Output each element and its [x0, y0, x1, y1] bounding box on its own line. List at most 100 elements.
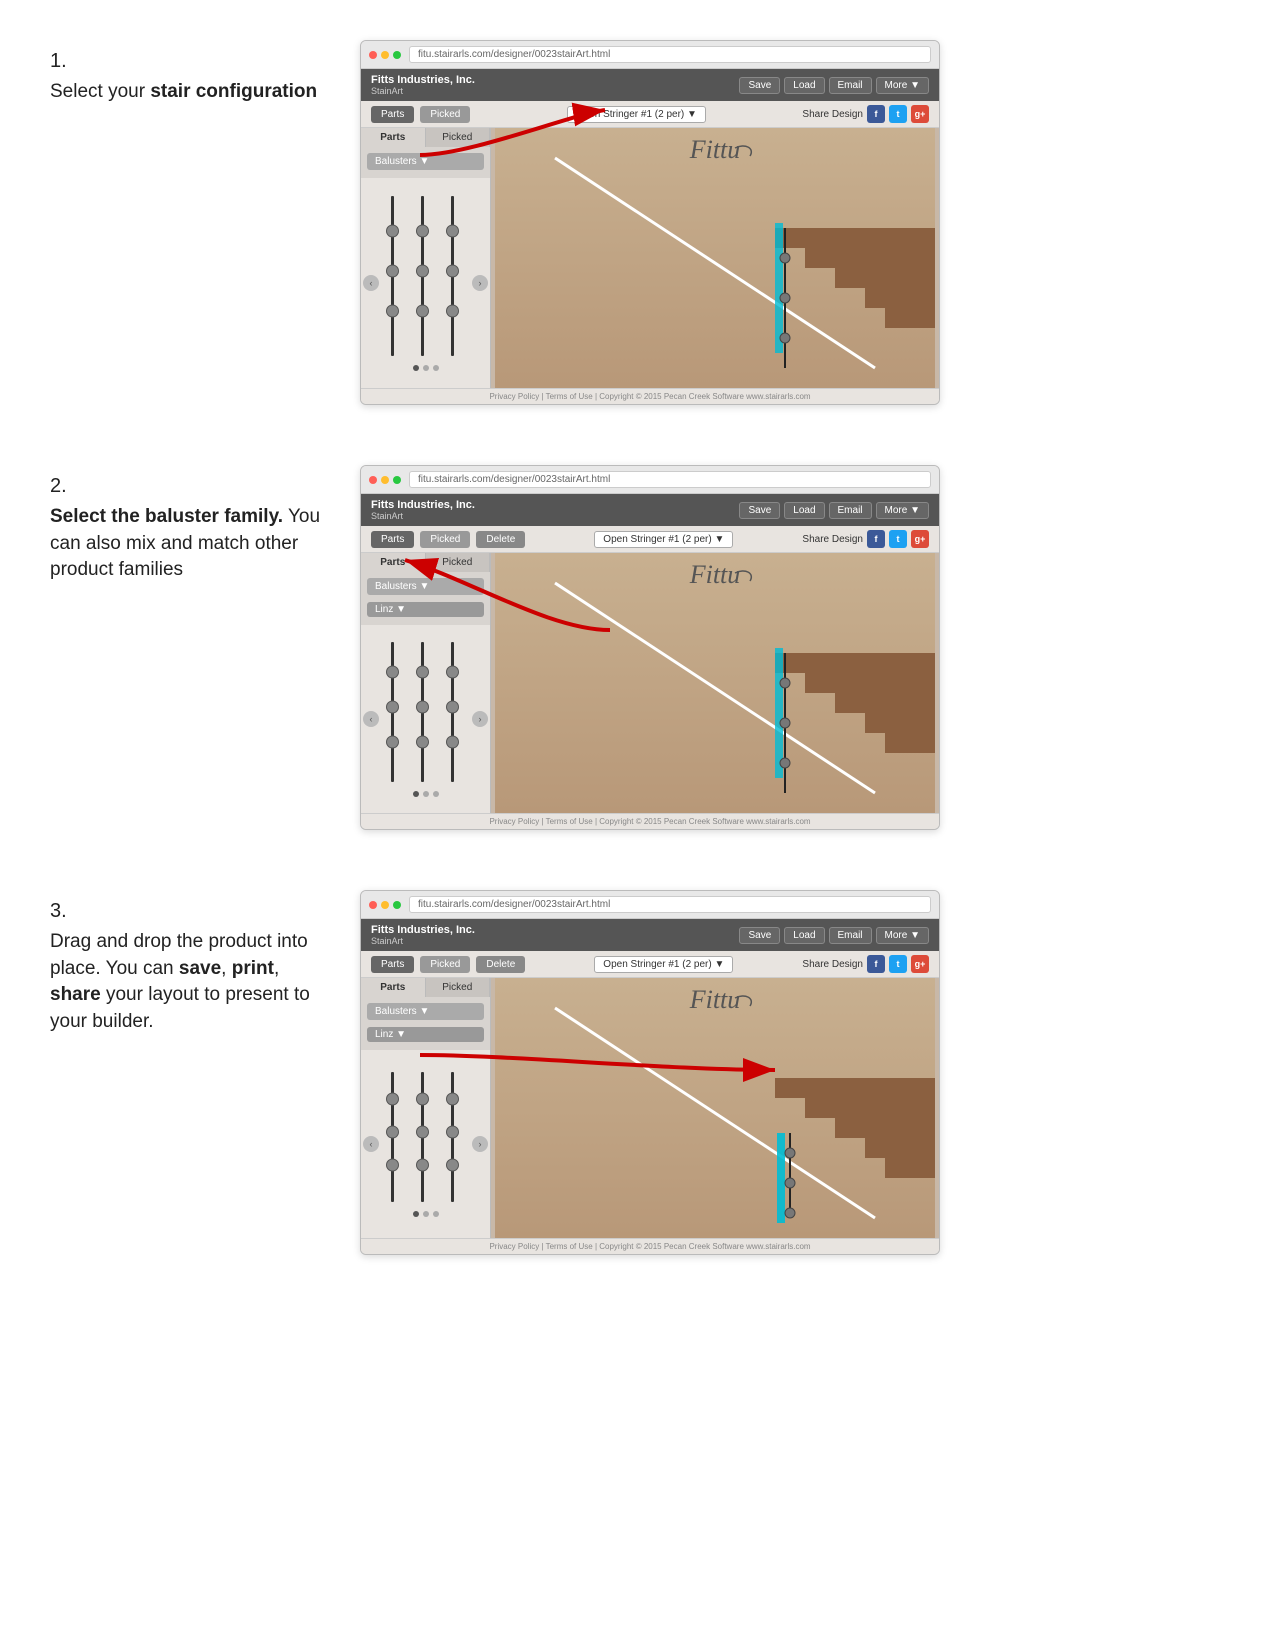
gplus-icon-2[interactable]: g+	[911, 530, 929, 548]
step-3-number: 3.	[50, 900, 330, 923]
step-1-arrow	[410, 95, 620, 165]
step-2-title: Select the baluster family. You can also…	[50, 504, 330, 584]
share-design-3: Share Design f t g+	[802, 955, 929, 973]
nav-left-3[interactable]: ‹	[363, 1136, 379, 1152]
app-logo-text-2: Fitts Industries, Inc.	[371, 499, 475, 511]
panel-tab-parts-3[interactable]: Parts	[361, 978, 426, 997]
more-btn-3[interactable]: More ▼	[876, 927, 929, 944]
dot-2-b	[423, 791, 429, 797]
delete-btn-2[interactable]: Delete	[476, 531, 525, 548]
panel-tab-picked-3[interactable]: Picked	[426, 978, 491, 997]
browser-url-2: fitu.stairarls.com/designer/0023stairArt…	[409, 471, 931, 488]
load-btn-2[interactable]: Load	[784, 502, 824, 519]
step-2-title-bold: Select the baluster family.	[50, 506, 283, 527]
load-btn-3[interactable]: Load	[784, 927, 824, 944]
dot-3-a	[413, 1211, 419, 1217]
dot-yellow-3	[381, 901, 389, 909]
browser-dots-1	[369, 51, 401, 59]
stringer-dropdown-2[interactable]: Open Stringer #1 (2 per) ▼	[594, 531, 733, 548]
more-btn-1[interactable]: More ▼	[876, 77, 929, 94]
browser-dots-2	[369, 476, 401, 484]
step-3-comma2: ,	[274, 958, 279, 979]
dot-1-b	[423, 365, 429, 371]
facebook-icon-2[interactable]: f	[867, 530, 885, 548]
email-btn-1[interactable]: Email	[829, 77, 872, 94]
balusters-dropdown-3[interactable]: Balusters ▼	[367, 1003, 484, 1020]
dot-1-a	[413, 365, 419, 371]
app-header-btns-3: Save Load Email More ▼	[739, 927, 929, 944]
dot-red-3	[369, 901, 377, 909]
facebook-icon-1[interactable]: f	[867, 105, 885, 123]
step-3-save: save	[179, 958, 221, 979]
app-footer-1: Privacy Policy | Terms of Use | Copyrigh…	[361, 388, 939, 404]
picked-btn-2[interactable]: Picked	[420, 531, 470, 548]
more-btn-2[interactable]: More ▼	[876, 502, 929, 519]
app-content-3: Parts Picked Balusters ▼ Linz ▼ ‹	[361, 978, 939, 1238]
save-btn-3[interactable]: Save	[739, 927, 780, 944]
app-logo-2: Fitts Industries, Inc. StainArt	[371, 499, 475, 521]
step-3-block: 3. Drag and drop the product into place.…	[50, 890, 1225, 1255]
balusters-svg-2	[381, 637, 471, 787]
dot-yellow-1	[381, 51, 389, 59]
dot-indicators-2	[413, 787, 439, 801]
step-2-text: 2. Select the baluster family. You can a…	[50, 465, 330, 584]
nav-right-3[interactable]: ›	[472, 1136, 488, 1152]
facebook-icon-3[interactable]: f	[867, 955, 885, 973]
browser-chrome-3: fitu.stairarls.com/designer/0023stairArt…	[361, 891, 939, 919]
app-toolbar-3: Parts Picked Delete Open Stringer #1 (2 …	[361, 951, 939, 978]
twitter-icon-3[interactable]: t	[889, 955, 907, 973]
app-logo-1: Fitts Industries, Inc. StainArt	[371, 74, 475, 96]
dot-2-c	[433, 791, 439, 797]
app-footer-2: Privacy Policy | Terms of Use | Copyrigh…	[361, 813, 939, 829]
load-btn-1[interactable]: Load	[784, 77, 824, 94]
dot-3-c	[433, 1211, 439, 1217]
parts-btn-3[interactable]: Parts	[371, 956, 414, 973]
nav-right-2[interactable]: ›	[472, 711, 488, 727]
right-preview-1: Fittu	[491, 128, 939, 388]
twitter-icon-2[interactable]: t	[889, 530, 907, 548]
browser-dots-3	[369, 901, 401, 909]
share-design-1: Share Design f t g+	[802, 105, 929, 123]
dot-green-1	[393, 51, 401, 59]
step-3-text: 3. Drag and drop the product into place.…	[50, 890, 330, 1035]
nav-right-1[interactable]: ›	[472, 275, 488, 291]
app-logo-text-1: Fitts Industries, Inc.	[371, 74, 475, 86]
parts-btn-2[interactable]: Parts	[371, 531, 414, 548]
browser-chrome-1: fitu.stairarls.com/designer/0023stairArt…	[361, 41, 939, 69]
save-btn-1[interactable]: Save	[739, 77, 780, 94]
gplus-icon-3[interactable]: g+	[911, 955, 929, 973]
step-3-share: share	[50, 984, 101, 1005]
gplus-icon-1[interactable]: g+	[911, 105, 929, 123]
svg-text:Fittu: Fittu	[689, 135, 741, 164]
step-2-number: 2.	[50, 475, 330, 498]
dot-indicators-1	[413, 361, 439, 375]
stringer-dropdown-3[interactable]: Open Stringer #1 (2 per) ▼	[594, 956, 733, 973]
twitter-icon-1[interactable]: t	[889, 105, 907, 123]
browser-2: fitu.stairarls.com/designer/0023stairArt…	[360, 465, 940, 830]
app-logo-3: Fitts Industries, Inc. StainArt	[371, 924, 475, 946]
app-logo-text-3: Fitts Industries, Inc.	[371, 924, 475, 936]
step-1-number: 1.	[50, 50, 330, 73]
baluster-list-1: ‹	[361, 178, 490, 388]
step-2-block: 2. Select the baluster family. You can a…	[50, 465, 1225, 830]
email-btn-2[interactable]: Email	[829, 502, 872, 519]
dot-indicators-3	[413, 1207, 439, 1221]
nav-left-2[interactable]: ‹	[363, 711, 379, 727]
app-content-1: Parts Picked Balusters ▼ ‹	[361, 128, 939, 388]
dot-3-b	[423, 1211, 429, 1217]
dot-2-a	[413, 791, 419, 797]
parts-btn-1[interactable]: Parts	[371, 106, 414, 123]
nav-left-1[interactable]: ‹	[363, 275, 379, 291]
email-btn-3[interactable]: Email	[829, 927, 872, 944]
app-toolbar-2: Parts Picked Delete Open Stringer #1 (2 …	[361, 526, 939, 553]
delete-btn-3[interactable]: Delete	[476, 956, 525, 973]
app-header-3: Fitts Industries, Inc. StainArt Save Loa…	[361, 919, 939, 951]
step-1-title-normal: Select your	[50, 81, 145, 102]
app-footer-3: Privacy Policy | Terms of Use | Copyrigh…	[361, 1238, 939, 1254]
picked-btn-3[interactable]: Picked	[420, 956, 470, 973]
balusters-svg-1	[381, 191, 471, 361]
save-btn-2[interactable]: Save	[739, 502, 780, 519]
dot-red-1	[369, 51, 377, 59]
step-1-title-bold: stair configuration	[150, 81, 317, 102]
dot-1-c	[433, 365, 439, 371]
